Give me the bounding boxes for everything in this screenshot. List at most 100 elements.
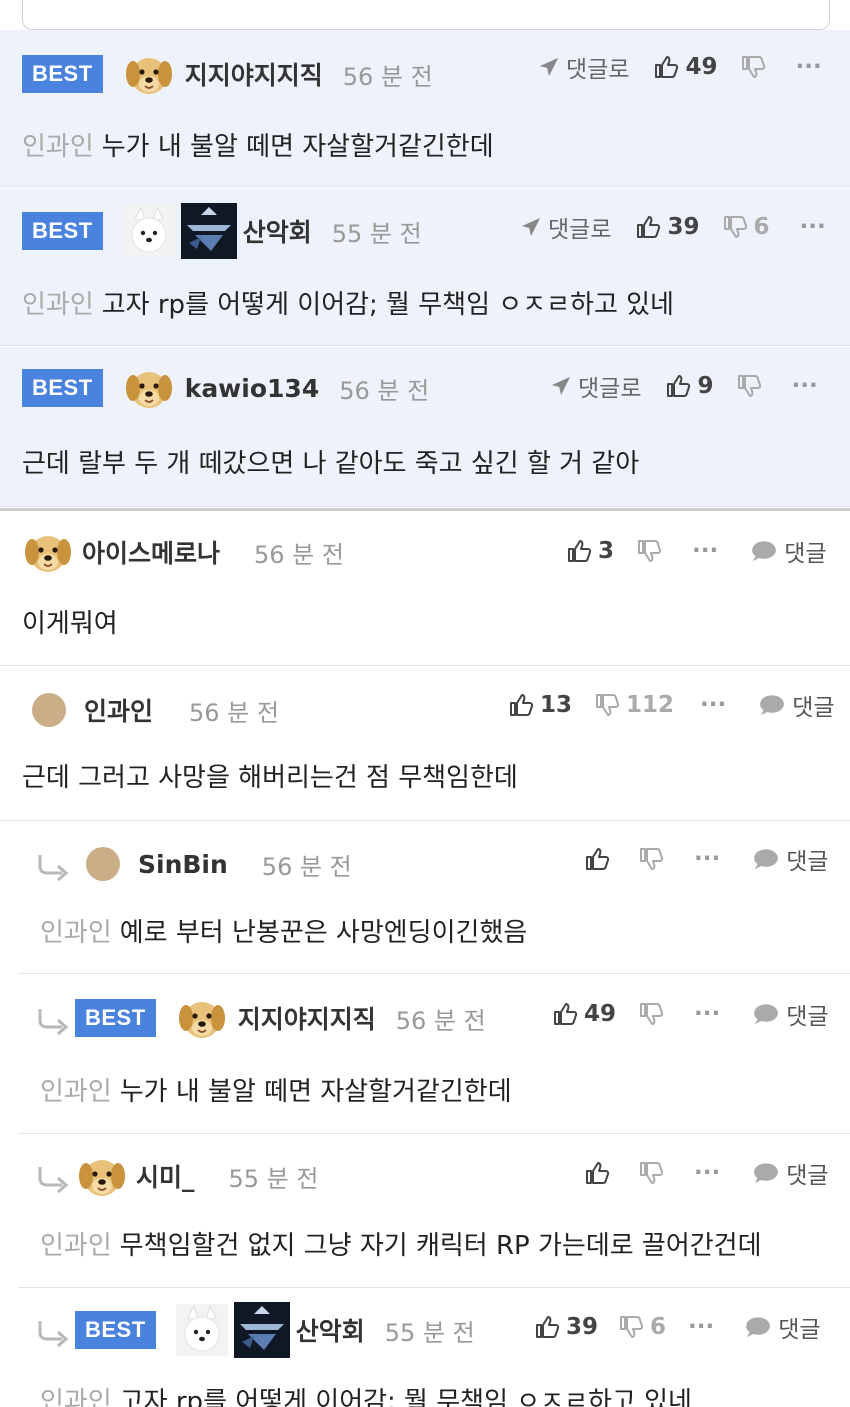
mention-prefix[interactable]: 인과인 bbox=[22, 290, 94, 320]
like-button[interactable]: 3 bbox=[566, 538, 614, 564]
mention-prefix[interactable]: 인과인 bbox=[40, 918, 112, 948]
nickname[interactable]: 산악회 bbox=[243, 213, 312, 249]
like-count: 3 bbox=[598, 538, 615, 564]
best-badge: BEST bbox=[22, 369, 103, 407]
dislike-button[interactable] bbox=[638, 1001, 664, 1027]
comment-divider bbox=[0, 665, 850, 666]
timestamp: 56 분 전 bbox=[261, 852, 352, 881]
more-icon[interactable]: ··· bbox=[800, 214, 826, 240]
like-count: 39 bbox=[566, 1314, 599, 1340]
puppy-avatar-icon[interactable] bbox=[76, 1150, 128, 1202]
nickname[interactable]: 지지야지지직 bbox=[185, 56, 323, 92]
reply-to-comment-button[interactable]: 댓글로 bbox=[550, 369, 641, 403]
timestamp: 56 분 전 bbox=[395, 1006, 486, 1035]
dislike-button[interactable] bbox=[736, 373, 762, 399]
clan-logo-icon bbox=[181, 203, 237, 259]
timestamp: 55 분 전 bbox=[384, 1318, 475, 1347]
like-button[interactable] bbox=[584, 1160, 610, 1186]
reply-button[interactable]: 댓글 bbox=[752, 997, 829, 1031]
reply-button[interactable]: 댓글 bbox=[752, 1156, 829, 1190]
like-button[interactable]: 39 bbox=[635, 214, 700, 240]
like-button[interactable]: 49 bbox=[552, 1001, 616, 1027]
like-button[interactable]: 9 bbox=[665, 373, 714, 399]
speech-bubble-icon bbox=[744, 1316, 772, 1338]
puppy-avatar-icon[interactable] bbox=[176, 992, 228, 1044]
speech-bubble-icon bbox=[758, 694, 786, 716]
like-button[interactable]: 39 bbox=[534, 1314, 598, 1340]
dislike-button[interactable]: 6 bbox=[618, 1314, 666, 1340]
comment-body: 근데 랄부 두 개 떼갔으면 나 같아도 죽고 싶긴 할 거 같아 bbox=[22, 449, 640, 479]
nickname[interactable]: kawio134 bbox=[185, 374, 320, 403]
dislike-button[interactable] bbox=[638, 846, 664, 872]
more-icon[interactable]: ··· bbox=[688, 1314, 714, 1340]
thumbs-up-icon bbox=[665, 373, 691, 399]
more-icon[interactable]: ··· bbox=[694, 1001, 720, 1027]
timestamp: 56 분 전 bbox=[342, 62, 433, 91]
thumbs-down-icon bbox=[736, 373, 762, 399]
puppy-avatar-icon[interactable] bbox=[123, 362, 175, 414]
puppy-avatar-icon[interactable] bbox=[22, 526, 74, 578]
timestamp: 55 분 전 bbox=[228, 1164, 319, 1193]
nickname[interactable]: 인과인 bbox=[84, 692, 153, 728]
comment-divider bbox=[0, 820, 850, 821]
reply-label: 댓글로 bbox=[578, 376, 642, 402]
like-count: 49 bbox=[584, 1001, 617, 1027]
send-arrow-icon bbox=[538, 56, 560, 78]
reply-button[interactable]: 댓글 bbox=[750, 534, 827, 568]
tan-circle-avatar-icon[interactable] bbox=[86, 847, 120, 881]
send-arrow-icon bbox=[550, 375, 572, 397]
more-icon[interactable]: ··· bbox=[700, 692, 726, 718]
thumbs-down-icon bbox=[618, 1314, 644, 1340]
thumbs-up-icon bbox=[635, 214, 661, 240]
white-dog-avatar-icon[interactable] bbox=[123, 205, 175, 257]
comment-text: 이게뭐여 bbox=[22, 603, 118, 640]
more-icon[interactable]: ··· bbox=[694, 846, 720, 872]
speech-bubble-icon bbox=[752, 1162, 780, 1184]
reply-to-comment-button[interactable]: 댓글로 bbox=[520, 210, 611, 244]
comment-text: 근데 랄부 두 개 떼갔으면 나 같아도 죽고 싶긴 할 거 같아 bbox=[22, 443, 639, 480]
white-dog-avatar-icon[interactable] bbox=[176, 1304, 228, 1356]
puppy-avatar-icon[interactable] bbox=[123, 48, 175, 100]
reply-button[interactable]: 댓글 bbox=[758, 688, 835, 722]
mention-prefix[interactable]: 인과인 bbox=[40, 1077, 112, 1107]
dislike-count: 6 bbox=[753, 214, 770, 240]
thumbs-down-icon bbox=[740, 54, 766, 80]
more-icon[interactable]: ··· bbox=[792, 373, 818, 399]
nickname[interactable]: SinBin bbox=[138, 850, 228, 879]
more-icon[interactable]: ··· bbox=[692, 538, 718, 564]
like-button[interactable]: 13 bbox=[508, 692, 572, 718]
dislike-button[interactable] bbox=[740, 54, 766, 80]
dislike-button[interactable] bbox=[638, 1160, 664, 1186]
comment-body: 이게뭐여 bbox=[22, 609, 118, 639]
reply-text: 인과인 무책임할건 없지 그냥 자기 캐릭터 RP 가는데로 끌어간건데 bbox=[40, 1225, 762, 1262]
like-button[interactable] bbox=[584, 846, 610, 872]
dislike-button[interactable]: 6 bbox=[722, 214, 770, 240]
mention-prefix[interactable]: 인과인 bbox=[40, 1387, 112, 1407]
thumbs-up-icon bbox=[508, 692, 534, 718]
mention-prefix[interactable]: 인과인 bbox=[40, 1231, 112, 1261]
best-comment: BEST 지지야지지직 56 분 전 댓글로 49 ··· 인과인 누가 내 불알… bbox=[0, 30, 850, 187]
reply-divider bbox=[18, 973, 850, 974]
thumbs-down-icon bbox=[638, 846, 664, 872]
best-badge: BEST bbox=[75, 999, 156, 1037]
best-badge: BEST bbox=[75, 1311, 156, 1349]
thumbs-up-icon bbox=[552, 1001, 578, 1027]
reply-text: 인과인 예로 부터 난봉꾼은 사망엔딩이긴했음 bbox=[40, 912, 527, 949]
reply-button[interactable]: 댓글 bbox=[752, 842, 829, 876]
more-icon[interactable]: ··· bbox=[796, 54, 822, 80]
nickname[interactable]: 산악회 bbox=[296, 1312, 365, 1348]
reply-label: 댓글 bbox=[786, 1163, 829, 1189]
best-badge: BEST bbox=[22, 212, 103, 250]
more-icon[interactable]: ··· bbox=[694, 1160, 720, 1186]
nickname[interactable]: 시미_ bbox=[136, 1158, 195, 1194]
reply-to-comment-button[interactable]: 댓글로 bbox=[538, 50, 629, 84]
like-button[interactable]: 49 bbox=[653, 54, 718, 80]
nickname[interactable]: 아이스메로나 bbox=[82, 534, 220, 570]
comment-body: 고자 rp를 어떻게 이어감; 뭘 무책임 ㅇㅈㄹ하고 있네 bbox=[101, 290, 674, 320]
dislike-button[interactable]: 112 bbox=[594, 692, 674, 718]
nickname[interactable]: 지지야지지직 bbox=[238, 1000, 376, 1036]
tan-circle-avatar-icon[interactable] bbox=[32, 693, 66, 727]
mention-prefix[interactable]: 인과인 bbox=[22, 132, 94, 162]
dislike-button[interactable] bbox=[636, 538, 662, 564]
reply-button[interactable]: 댓글 bbox=[744, 1310, 821, 1344]
